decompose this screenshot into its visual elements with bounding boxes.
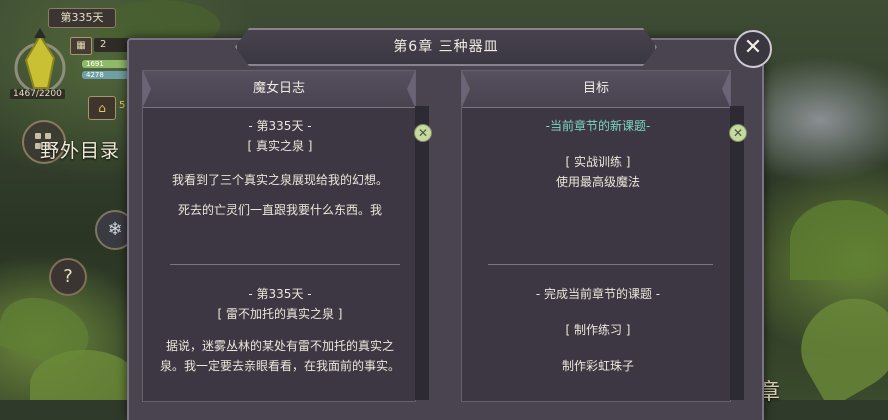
foliage — [790, 200, 888, 280]
help-icon[interactable]: ? — [49, 258, 87, 296]
objectives-scroll-handle-icon[interactable]: ✕ — [729, 124, 747, 142]
objective-task: [ 制作练习 ] — [565, 323, 631, 337]
log-entry-topic: [ 真实之泉 ] — [247, 139, 313, 153]
log-entry[interactable]: - 第335天 - [ 真实之泉 ] 我看到了三个真实之泉展现给我的幻想。 死去… — [160, 116, 400, 220]
log-entry-body: 我看到了三个真实之泉展现给我的幻想。 — [171, 173, 388, 187]
crate-icon[interactable]: ▦ — [70, 37, 92, 55]
house-count: 5 — [119, 100, 126, 111]
objectives-header: 目标 — [462, 71, 730, 108]
divider — [488, 264, 713, 265]
mana-bar: 4278 — [82, 71, 130, 79]
foliage — [784, 281, 888, 400]
objective-task: [ 实战训练 ] — [565, 155, 631, 169]
objective-section[interactable]: - 完成当前章节的课题 - [ 制作练习 ] 制作彩虹珠子 — [478, 284, 718, 376]
log-scroll-handle-icon[interactable]: ✕ — [414, 124, 432, 142]
witch-log-header: 魔女日志 — [143, 71, 415, 108]
objective-heading: -当前章节的新课题- — [545, 119, 651, 133]
objective-section[interactable]: -当前章节的新课题- [ 实战训练 ] 使用最高级魔法 — [478, 116, 718, 192]
log-entry-body: 据说，迷雾丛林的某处有雷不加托的真实之泉。我一定要去亲眼看看，在我面前的事实。 — [160, 339, 401, 373]
divider — [170, 264, 400, 265]
log-entry-topic: [ 雷不加托的真实之泉 ] — [217, 307, 343, 321]
field-catalog-label[interactable]: 野外目录 — [40, 136, 120, 163]
objectives-scrollbar[interactable] — [730, 106, 744, 400]
log-entry-day: - 第335天 - — [248, 119, 312, 133]
log-entry-day: - 第335天 - — [248, 287, 312, 301]
chapter-title: 第6章 三种器皿 — [235, 28, 657, 66]
log-scrollbar[interactable] — [415, 106, 429, 400]
hp-readout: 1467/2200 — [10, 89, 65, 99]
objective-desc: 使用最高级魔法 — [555, 175, 640, 189]
log-entry[interactable]: - 第335天 - [ 雷不加托的真实之泉 ] 据说，迷雾丛林的某处有雷不加托的… — [160, 284, 400, 376]
log-entry-body: 死去的亡灵们一直跟我要什么东西。我 — [177, 203, 382, 217]
objective-heading: - 完成当前章节的课题 - — [535, 287, 661, 301]
house-icon[interactable]: ⌂ — [88, 96, 116, 120]
stamina-bar: 1691 — [82, 60, 130, 68]
close-button[interactable]: ✕ — [734, 30, 772, 68]
objective-desc: 制作彩虹珠子 — [561, 359, 634, 373]
